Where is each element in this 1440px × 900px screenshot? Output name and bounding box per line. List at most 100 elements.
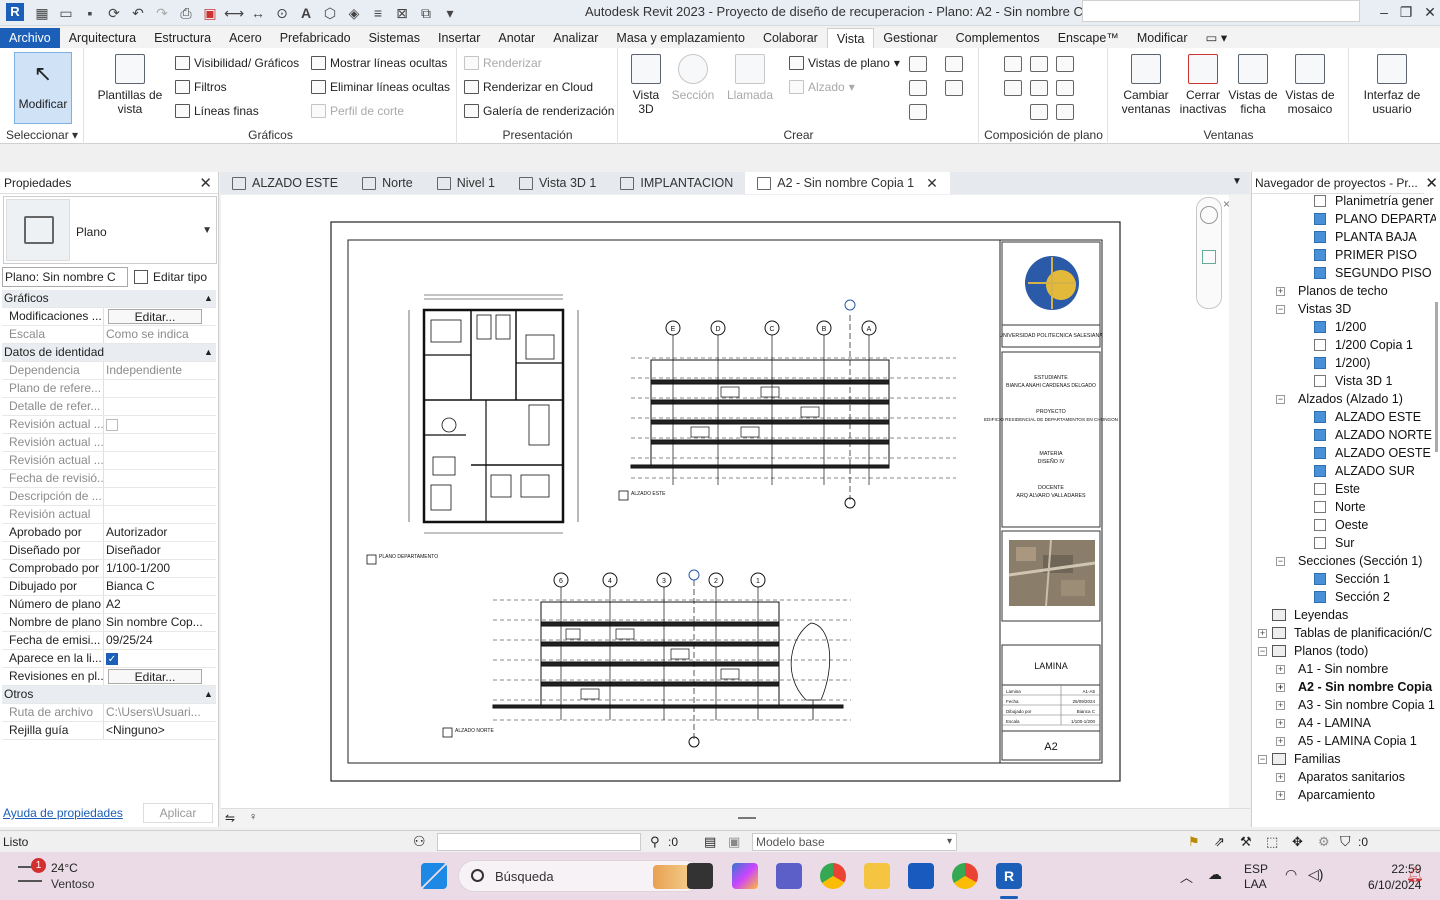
scope-box-icon[interactable] <box>945 80 963 96</box>
expand-toggle-icon[interactable]: + <box>1276 683 1285 692</box>
view-cube-icon[interactable]: ⇋ <box>225 811 235 825</box>
steering-wheel-icon[interactable] <box>1200 206 1218 224</box>
browser-item[interactable]: Sección 1 <box>1252 570 1436 588</box>
model-select[interactable]: Modelo base ▾ <box>752 833 957 851</box>
view-tab[interactable]: ALZADO ESTE <box>220 172 350 194</box>
browser-item[interactable]: PLANTA BAJA <box>1252 228 1436 246</box>
revisions-icon[interactable] <box>1004 80 1022 96</box>
thin-lines-icon[interactable]: ≡ <box>368 3 388 23</box>
browser-item[interactable]: ALZADO ESTE <box>1252 408 1436 426</box>
browser-item[interactable]: SEGUNDO PISO <box>1252 264 1436 282</box>
expand-toggle-icon[interactable]: − <box>1258 647 1267 656</box>
pin-icon[interactable]: ♀ <box>249 811 257 823</box>
property-value[interactable]: Sin nombre Cop... <box>104 614 216 631</box>
ribbon-tab-15[interactable]: Modificar <box>1128 28 1197 48</box>
browser-item[interactable]: Norte <box>1252 498 1436 516</box>
property-value[interactable]: <Ninguno> <box>104 722 216 739</box>
close-icon[interactable]: ✕ <box>199 174 212 192</box>
matchline-icon[interactable] <box>1056 80 1074 96</box>
customize-qat-icon[interactable]: ▾ <box>440 3 460 23</box>
render-button[interactable]: Renderizar <box>464 53 542 73</box>
cloud-off-icon[interactable]: ☁ <box>1208 866 1222 883</box>
close-hidden-icon[interactable]: ⊠ <box>392 3 412 23</box>
ribbon-tab-3[interactable]: Acero <box>220 28 271 48</box>
browser-item[interactable]: − Secciones (Sección 1) <box>1252 552 1436 570</box>
expand-toggle-icon[interactable]: + <box>1258 629 1267 638</box>
expand-toggle-icon[interactable]: − <box>1276 557 1285 566</box>
select-underlay-icon[interactable]: ⇗ <box>1214 834 1225 850</box>
tag-icon[interactable]: ⊙ <box>272 3 292 23</box>
view-reference-icon[interactable] <box>1030 104 1048 120</box>
view-tab[interactable]: Norte <box>350 172 425 194</box>
ribbon-tab-0[interactable]: Archivo <box>0 28 60 48</box>
cut-profile-button[interactable]: Perfil de corte <box>311 101 404 121</box>
teams-icon[interactable] <box>776 863 802 889</box>
chrome-profile-icon[interactable] <box>952 863 978 889</box>
browser-item[interactable]: − Familias <box>1252 750 1436 768</box>
close-tab-icon[interactable]: ✕ <box>926 175 938 192</box>
property-value[interactable]: Autorizador <box>104 524 216 541</box>
expand-toggle-icon[interactable]: − <box>1276 395 1285 404</box>
editing-requests-icon[interactable]: ⚲ <box>650 834 660 850</box>
title-block-icon[interactable] <box>1056 56 1074 72</box>
edit-button[interactable]: Editar... <box>108 669 202 684</box>
browser-item[interactable]: Este <box>1252 480 1436 498</box>
ribbon-tab-7[interactable]: Anotar <box>489 28 544 48</box>
file-explorer-icon[interactable] <box>864 863 890 889</box>
revit-taskbar-icon[interactable]: R <box>996 863 1022 889</box>
browser-item[interactable]: + A1 - Sin nombre <box>1252 660 1436 678</box>
browser-item[interactable]: + Aparcamiento <box>1252 786 1436 804</box>
background-processes-icon[interactable]: ⚙ <box>1318 834 1330 850</box>
property-value[interactable]: Diseñador <box>104 542 216 559</box>
property-section[interactable]: Gráficos ▲ <box>2 290 216 308</box>
property-checkbox[interactable]: ✓ <box>106 653 118 665</box>
browser-item[interactable]: Sur <box>1252 534 1436 552</box>
browser-item[interactable]: Planimetría gener <box>1252 192 1436 210</box>
property-section[interactable]: Otros ▲ <box>2 686 216 704</box>
guide-grid-icon[interactable] <box>1030 80 1048 96</box>
ribbon-tab-14[interactable]: Enscape™ <box>1049 28 1128 48</box>
browser-item[interactable]: − Planos (todo) <box>1252 642 1436 660</box>
ribbon-tab-6[interactable]: Insertar <box>429 28 489 48</box>
browser-item[interactable]: − Vistas 3D <box>1252 300 1436 318</box>
collapse-icon[interactable]: ▲ <box>202 344 216 361</box>
modify-button[interactable]: ↖ Modificar <box>14 52 72 124</box>
text-icon[interactable]: A <box>296 3 316 23</box>
ribbon-tab-13[interactable]: Complementos <box>947 28 1049 48</box>
ribbon-tab-9[interactable]: Masa y emplazamiento <box>607 28 754 48</box>
sheet-icon[interactable] <box>1004 56 1022 72</box>
close-icon[interactable]: ✕ <box>1425 174 1438 192</box>
ribbon-tab-4[interactable]: Prefabricado <box>271 28 360 48</box>
section-icon[interactable]: ◈ <box>344 3 364 23</box>
wifi-icon[interactable]: ◠ <box>1285 866 1297 883</box>
taskbar-search[interactable]: Búsqueda <box>458 860 702 892</box>
volume-icon[interactable]: ◁) <box>1308 866 1323 883</box>
browser-item[interactable]: Sección 2 <box>1252 588 1436 606</box>
tabs-overflow-icon[interactable]: ▼ <box>1232 176 1242 187</box>
type-selector[interactable]: Plano ▼ <box>3 196 217 264</box>
duplicate-view-icon[interactable] <box>909 80 927 96</box>
instance-filter-select[interactable]: Plano: Sin nombre C <box>2 267 128 287</box>
expand-toggle-icon[interactable]: + <box>1276 791 1285 800</box>
3d-view-button[interactable]: Vista 3D <box>625 54 667 116</box>
browser-item[interactable]: − Alzados (Alzado 1) <box>1252 390 1436 408</box>
minimize-icon[interactable]: – <box>1372 2 1396 22</box>
expand-toggle-icon[interactable]: − <box>1276 305 1285 314</box>
property-section[interactable]: Datos de identidad ▲ <box>2 344 216 362</box>
horizontal-scrollbar-thumb[interactable] <box>738 817 756 819</box>
print-icon[interactable]: ⎙ <box>176 3 196 23</box>
browser-item[interactable]: PLANO DEPARTA <box>1252 210 1436 228</box>
browser-item[interactable]: ALZADO SUR <box>1252 462 1436 480</box>
collapse-icon[interactable]: ▲ <box>202 686 216 703</box>
browser-item[interactable]: Leyendas <box>1252 606 1436 624</box>
render-gallery-button[interactable]: Galería de renderización <box>464 101 614 121</box>
browser-item[interactable]: 1/200) <box>1252 354 1436 372</box>
worksets-select[interactable] <box>437 833 641 851</box>
property-value[interactable]: Bianca C <box>104 578 216 595</box>
task-view-icon[interactable] <box>687 863 713 889</box>
undo-icon[interactable]: ↶ <box>128 3 148 23</box>
language-indicator[interactable]: ESP LAA <box>1244 862 1268 892</box>
browser-scrollbar[interactable] <box>1435 302 1438 452</box>
properties-help-link[interactable]: Ayuda de propiedades <box>3 806 123 820</box>
3d-view-icon[interactable]: ⬡ <box>320 3 340 23</box>
